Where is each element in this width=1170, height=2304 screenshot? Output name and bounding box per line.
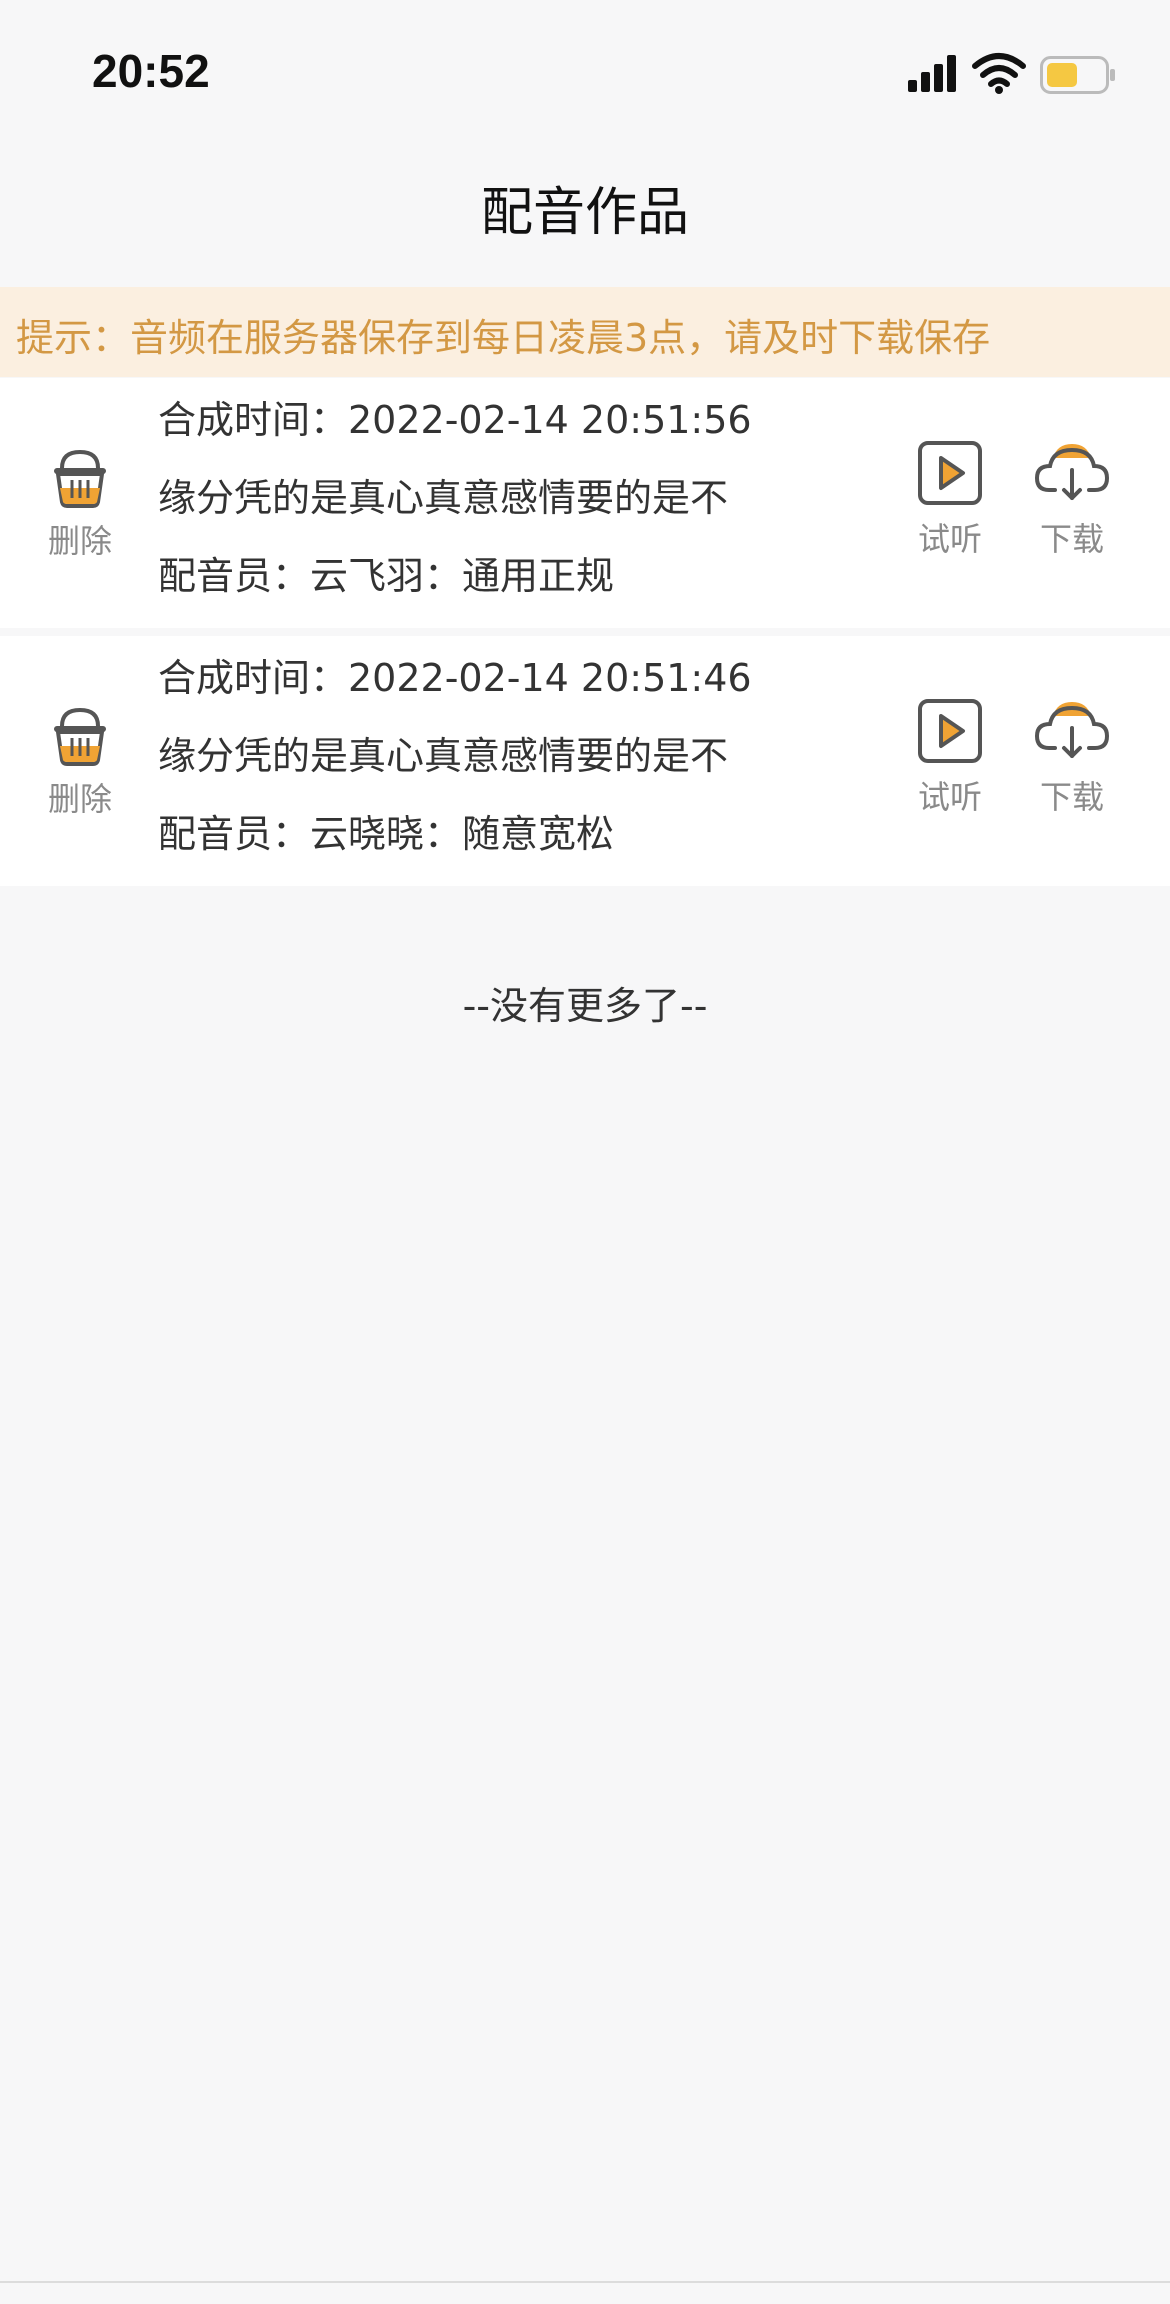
basket-icon (54, 707, 106, 766)
list-item: 删除 合成时间：2022-02-14 20:51:56 缘分凭的是真心真意感情要… (0, 378, 1170, 628)
battery-icon (1040, 56, 1115, 94)
status-time: 20:52 (92, 45, 210, 97)
wifi-icon (972, 53, 1026, 94)
text-preview: 缘分凭的是真心真意感情要的是不 (158, 734, 729, 778)
notice-banner: 提示：音频在服务器保存到每日凌晨3点，请及时下载保存 (0, 287, 1170, 377)
listen-button[interactable]: 试听 (890, 440, 1010, 560)
bottom-divider (0, 2281, 1170, 2283)
voice-actor: 配音员：云晓晓：随意宽松 (158, 812, 615, 856)
listen-label: 试听 (917, 520, 982, 558)
download-label: 下载 (1039, 778, 1104, 816)
play-icon (918, 441, 982, 505)
no-more-text: --没有更多了-- (462, 984, 708, 1028)
signal-icon (908, 55, 956, 92)
status-bar: 20:52 (0, 0, 1170, 120)
item-info: 合成时间：2022-02-14 20:51:46 缘分凭的是真心真意感情要的是不… (158, 650, 752, 884)
download-button[interactable]: 下载 (1012, 698, 1132, 818)
delete-label: 删除 (47, 780, 112, 818)
synthesis-time: 合成时间：2022-02-14 20:51:56 (158, 398, 752, 442)
cloud-download-icon (1034, 702, 1110, 758)
list-item: 删除 合成时间：2022-02-14 20:51:46 缘分凭的是真心真意感情要… (0, 636, 1170, 886)
delete-label: 删除 (47, 522, 112, 560)
delete-button[interactable]: 删除 (20, 446, 140, 562)
listen-label: 试听 (917, 778, 982, 816)
notice-text: 提示：音频在服务器保存到每日凌晨3点，请及时下载保存 (16, 316, 991, 360)
page-title: 配音作品 (480, 183, 689, 243)
listen-button[interactable]: 试听 (890, 698, 1010, 818)
play-icon (918, 699, 982, 763)
download-button[interactable]: 下载 (1012, 440, 1132, 560)
download-label: 下载 (1039, 520, 1104, 558)
item-info: 合成时间：2022-02-14 20:51:56 缘分凭的是真心真意感情要的是不… (158, 392, 752, 626)
voice-actor: 配音员：云飞羽：通用正规 (158, 554, 615, 598)
basket-icon (54, 449, 106, 508)
cloud-download-icon (1034, 444, 1110, 500)
text-preview: 缘分凭的是真心真意感情要的是不 (158, 476, 729, 520)
synthesis-time: 合成时间：2022-02-14 20:51:46 (158, 656, 752, 700)
delete-button[interactable]: 删除 (20, 704, 140, 820)
